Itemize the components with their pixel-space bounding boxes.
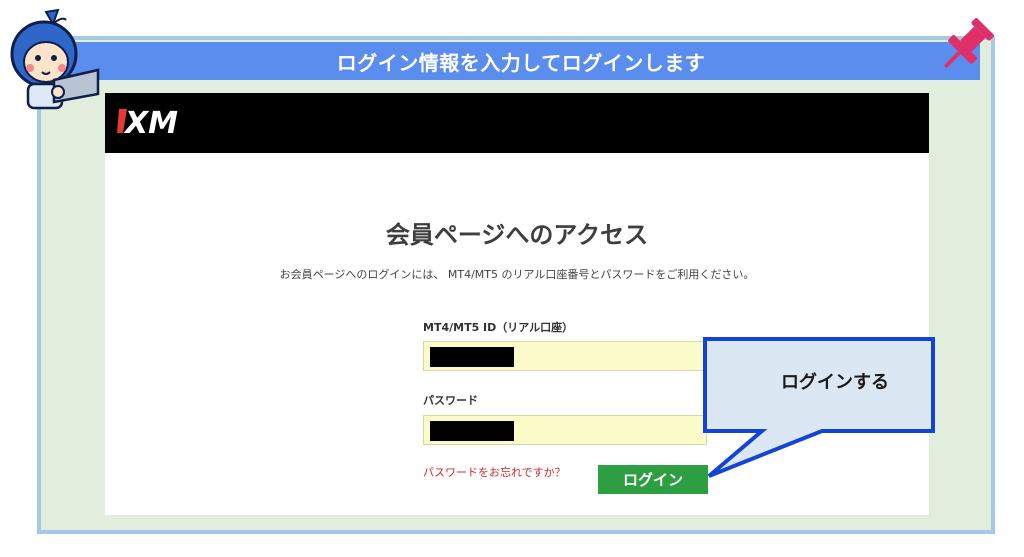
account-id-input[interactable] <box>423 341 707 371</box>
password-input[interactable] <box>423 415 707 445</box>
redaction-mask <box>430 347 514 367</box>
xm-header: XM <box>105 93 929 153</box>
pushpin-icon <box>943 18 994 69</box>
login-title: 会員ページへのアクセス <box>385 221 649 249</box>
mascot-icon <box>10 8 100 110</box>
xm-logo-icon[interactable]: XM <box>117 103 197 139</box>
tutorial-banner: ログイン情報を入力してログインします <box>62 42 980 80</box>
login-button[interactable]: ログイン <box>598 465 708 494</box>
banner-text: ログイン情報を入力してログインします <box>336 50 706 75</box>
xm-logo-text: XM <box>123 106 178 139</box>
password-label: パスワード <box>423 394 478 407</box>
forgot-password-link[interactable]: パスワードをお忘れですか？ <box>423 464 566 480</box>
redaction-mask <box>430 421 514 441</box>
account-id-label: MT4/MT5 ID（リアル口座） <box>423 321 574 334</box>
login-description: お会員ページへのログインには、 MT4/MT5 のリアル口座番号とパスワードをご… <box>279 268 755 281</box>
callout-text: ログインする <box>781 372 889 393</box>
callout-bubble <box>703 337 935 478</box>
